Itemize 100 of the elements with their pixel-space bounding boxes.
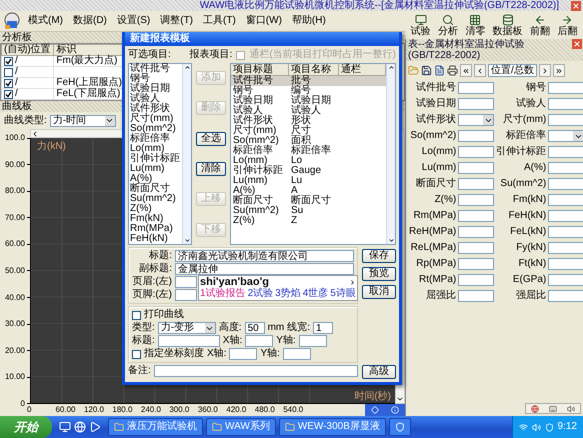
input-field[interactable] xyxy=(158,335,220,347)
input-field[interactable] xyxy=(548,146,583,158)
table-row[interactable]: Lo(mm) Lo xyxy=(231,156,386,166)
list-item[interactable]: 标距倍率 xyxy=(130,134,182,144)
input-field[interactable] xyxy=(458,146,494,158)
list-item[interactable]: 尺寸(mm) xyxy=(130,114,182,124)
ime-candidate[interactable]: 5诗眼 xyxy=(330,288,356,300)
taskbar-button[interactable] xyxy=(388,418,411,436)
checkbox[interactable] xyxy=(4,78,13,88)
input-field[interactable] xyxy=(548,290,583,302)
input-field[interactable] xyxy=(548,114,583,126)
list-item[interactable]: Fm(kN) xyxy=(130,214,182,224)
checkbox[interactable] xyxy=(4,56,13,66)
input-field[interactable] xyxy=(548,274,583,286)
list-item[interactable]: So(mm^2) xyxy=(130,124,182,134)
table-row[interactable]: 试件批号 批号 xyxy=(231,76,386,86)
menu-item[interactable]: 帮助(H) xyxy=(288,14,329,28)
input-field[interactable] xyxy=(298,335,327,347)
last-record-button[interactable] xyxy=(552,64,565,77)
curve-type-select[interactable]: 力-时间 xyxy=(50,114,116,126)
input-field[interactable]: 50 xyxy=(244,322,265,334)
input-field[interactable] xyxy=(458,226,494,238)
ime-candidate[interactable]: 2试验 xyxy=(248,288,274,300)
previous-record-button[interactable] xyxy=(474,64,486,77)
table-row[interactable]: 断面尺寸 断面尺寸 xyxy=(231,196,386,206)
input-field[interactable] xyxy=(458,130,494,142)
dropdown-field[interactable] xyxy=(548,130,583,142)
input-field[interactable] xyxy=(458,210,494,222)
ime-candidate[interactable]: 4世彦 xyxy=(302,288,328,300)
input-field[interactable]: 金属拉伸 xyxy=(175,263,354,275)
globe-icon[interactable] xyxy=(74,421,86,433)
list-item[interactable]: FeH(kN) xyxy=(130,234,182,244)
input-field[interactable] xyxy=(458,274,494,286)
info-icon[interactable] xyxy=(391,406,399,414)
diamond-icon[interactable] xyxy=(371,406,379,414)
list-item[interactable]: Rm(MPa) xyxy=(130,224,182,234)
list-item[interactable]: 引伸计标距 xyxy=(130,154,182,164)
table-row[interactable]: Z(%) Z xyxy=(231,216,386,226)
arrow-right-icon[interactable] xyxy=(348,278,356,286)
input-field[interactable] xyxy=(458,194,494,206)
list-item[interactable]: 试件形状 xyxy=(130,104,182,114)
input-field[interactable] xyxy=(548,242,583,254)
menu-item[interactable]: 调整(T) xyxy=(157,14,196,28)
table-row[interactable]: 钢号 编号 xyxy=(231,86,386,96)
dialog-button[interactable]: 预览 xyxy=(362,267,396,281)
checkbox[interactable] xyxy=(4,68,13,76)
menu-item[interactable]: 模式(M) xyxy=(25,14,66,28)
toolbar-button[interactable]: 试验 xyxy=(410,14,432,36)
list-item[interactable]: Lu(mm) xyxy=(130,164,182,174)
input-field[interactable] xyxy=(282,348,311,360)
toolbar-button[interactable]: 分析 xyxy=(436,14,459,36)
input-field[interactable] xyxy=(175,289,197,301)
input-field[interactable] xyxy=(458,162,494,174)
desktop-icon[interactable] xyxy=(59,421,71,433)
table-row[interactable]: 尺寸(mm) 尺寸 xyxy=(231,126,386,136)
input-field[interactable] xyxy=(175,276,197,288)
table-row[interactable]: Su(mm^2) Su xyxy=(231,206,386,216)
checkbox[interactable] xyxy=(132,310,141,320)
save-icon[interactable] xyxy=(421,65,432,76)
close-button[interactable] xyxy=(572,39,582,49)
taskbar-button[interactable]: WAW系列 xyxy=(206,418,276,436)
toolbar-button[interactable]: 后翻 xyxy=(556,14,578,36)
list-item[interactable]: 钢号 xyxy=(130,74,182,84)
first-record-button[interactable] xyxy=(460,64,472,77)
vertical-scrollbar[interactable] xyxy=(182,64,191,244)
dialog-button[interactable]: 全选 xyxy=(196,132,226,146)
play-icon[interactable] xyxy=(89,421,101,433)
input-field[interactable] xyxy=(548,210,583,222)
printer-icon[interactable] xyxy=(447,65,458,76)
table-row[interactable]: So(mm^2) 面积 xyxy=(231,136,386,146)
dialog-button[interactable]: 保存 xyxy=(362,249,396,263)
input-field[interactable] xyxy=(229,348,258,360)
checkbox[interactable] xyxy=(132,350,141,358)
ime-candidate[interactable]: 3势焰 xyxy=(275,288,301,300)
input-field[interactable] xyxy=(548,194,583,206)
list-item[interactable]: 断面尺寸 xyxy=(130,184,182,194)
close-button[interactable] xyxy=(571,0,581,10)
table-row[interactable]: A(%) A xyxy=(231,186,386,196)
input-field[interactable] xyxy=(458,178,494,190)
vertical-scrollbar[interactable] xyxy=(386,64,395,244)
ime-candidate[interactable]: 1试验报告 xyxy=(200,288,246,300)
next-record-button[interactable] xyxy=(538,64,551,77)
input-field[interactable] xyxy=(458,242,494,254)
dialog-button[interactable]: 清除 xyxy=(196,162,226,176)
input-field[interactable] xyxy=(458,258,494,270)
input-field[interactable] xyxy=(548,258,583,270)
list-item[interactable]: 试件批号 xyxy=(130,64,182,74)
menu-item[interactable]: 设置(S) xyxy=(114,14,154,28)
list-item[interactable]: 试验人 xyxy=(130,94,182,104)
toolbar-button[interactable]: 清零 xyxy=(464,14,486,36)
document-icon[interactable] xyxy=(434,65,445,76)
toolbar-button[interactable]: 数据板 xyxy=(492,14,524,36)
dialog-button[interactable]: 高级 xyxy=(362,365,396,379)
input-field[interactable] xyxy=(154,365,358,377)
table-row[interactable]: Lu(mm) Lu xyxy=(231,176,386,186)
table-row[interactable]: 标距倍率 标距倍率 xyxy=(231,146,386,156)
menu-item[interactable]: 工具(T) xyxy=(200,14,239,28)
list-item[interactable]: A(%) xyxy=(130,174,182,184)
list-item[interactable]: 试验日期 xyxy=(130,84,182,94)
input-field[interactable] xyxy=(458,98,494,110)
